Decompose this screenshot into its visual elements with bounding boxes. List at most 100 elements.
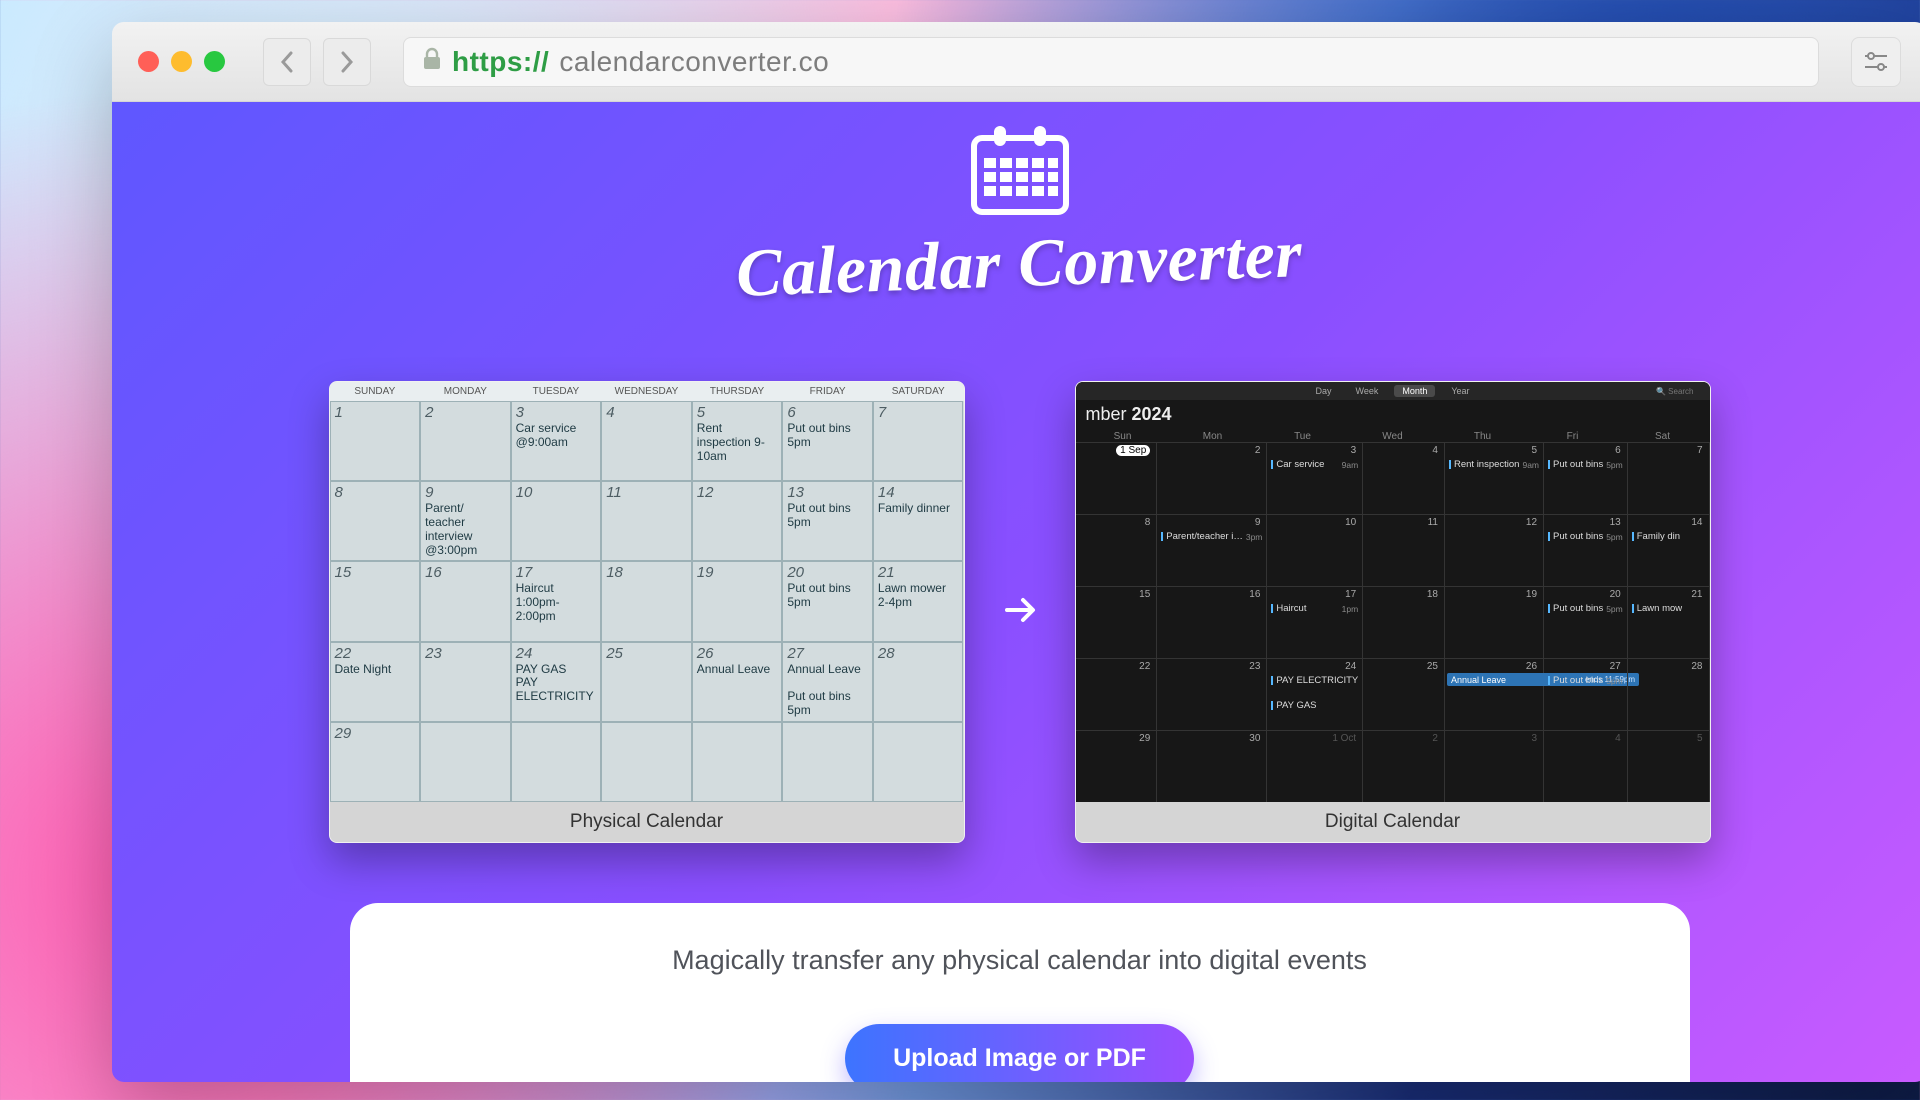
digital-day-cell: 3 bbox=[1445, 730, 1544, 802]
digital-day-number: 28 bbox=[1691, 661, 1702, 672]
digital-day-number: 16 bbox=[1249, 589, 1260, 600]
physical-day-cell: 13Put out bins 5pm bbox=[782, 481, 873, 561]
digital-day-number: 8 bbox=[1145, 517, 1151, 528]
address-bar[interactable]: https:// calendarconverter.co bbox=[403, 37, 1819, 87]
physical-day-cell: 7 bbox=[873, 401, 964, 481]
nav-back-button[interactable] bbox=[263, 38, 311, 86]
physical-day-number: 8 bbox=[335, 484, 343, 501]
physical-calendar-image: SUNDAYMONDAYTUESDAYWEDNESDAYTHURSDAYFRID… bbox=[330, 382, 964, 802]
digital-day-cell: 9Parent/teacher i…3pm bbox=[1157, 514, 1267, 586]
physical-day-number: 15 bbox=[335, 564, 352, 581]
physical-day-cell: 2 bbox=[420, 401, 511, 481]
digital-event: Put out bins5pm bbox=[1548, 459, 1623, 470]
browser-settings-button[interactable] bbox=[1851, 37, 1901, 87]
close-window-button[interactable] bbox=[138, 51, 159, 72]
digital-day-number: 13 bbox=[1610, 517, 1621, 528]
digital-day-number: 4 bbox=[1432, 445, 1438, 456]
digital-day-cell: 14 Family din bbox=[1628, 514, 1710, 586]
digital-day-number: 20 bbox=[1610, 589, 1621, 600]
digital-day-number: 5 bbox=[1697, 733, 1703, 744]
digital-weekday-header: Mon bbox=[1168, 431, 1258, 442]
physical-day-cell: 20Put out bins 5pm bbox=[782, 561, 873, 641]
physical-day-number: 22 bbox=[335, 645, 352, 662]
physical-day-cell: 12 bbox=[692, 481, 783, 561]
digital-day-cell: 19 bbox=[1445, 586, 1544, 658]
physical-day-number: 27 bbox=[787, 645, 804, 662]
digital-day-cell: 20Put out bins5pm bbox=[1544, 586, 1628, 658]
physical-weekday-header: FRIDAY bbox=[782, 386, 873, 397]
digital-day-number: 1 Sep bbox=[1116, 445, 1150, 456]
digital-day-number: 29 bbox=[1139, 733, 1150, 744]
digital-event: Family din bbox=[1632, 531, 1705, 542]
physical-day-cell: 15 bbox=[330, 561, 421, 641]
physical-day-cell: 25 bbox=[601, 642, 692, 722]
url-scheme: https:// bbox=[452, 46, 549, 78]
physical-event: Family dinner bbox=[878, 502, 959, 516]
digital-day-number: 14 bbox=[1691, 517, 1702, 528]
digital-day-cell: 8 bbox=[1076, 514, 1158, 586]
digital-event: Car service9am bbox=[1271, 459, 1358, 470]
physical-weekday-header: WEDNESDAY bbox=[601, 386, 692, 397]
digital-day-cell: 26Annual Leaveends 11:59pm bbox=[1445, 658, 1544, 730]
digital-weekday-header: Sat bbox=[1618, 431, 1708, 442]
digital-weekday-header: Tue bbox=[1258, 431, 1348, 442]
upload-button[interactable]: Upload Image or PDF bbox=[845, 1024, 1194, 1082]
physical-day-cell: 26Annual Leave bbox=[692, 642, 783, 722]
physical-event: Annual Leave Put out bins 5pm bbox=[787, 663, 868, 718]
hero: Calendar Converter bbox=[736, 124, 1302, 303]
digital-event: Haircut1pm bbox=[1271, 603, 1358, 614]
digital-day-cell: 25 bbox=[1363, 658, 1445, 730]
digital-day-number: 23 bbox=[1249, 661, 1260, 672]
digital-day-cell: 6Put out bins5pm bbox=[1544, 442, 1628, 514]
lock-icon bbox=[422, 46, 442, 78]
digital-event: Rent inspection9am bbox=[1449, 459, 1539, 470]
physical-weekday-header: MONDAY bbox=[420, 386, 511, 397]
physical-day-number: 11 bbox=[606, 484, 622, 501]
physical-day-number: 24 bbox=[516, 645, 533, 662]
physical-day-cell: 1 bbox=[330, 401, 421, 481]
digital-view-tab: Month bbox=[1394, 385, 1435, 397]
physical-event: Lawn mower 2-4pm bbox=[878, 582, 959, 610]
digital-event: PAY GAS bbox=[1271, 700, 1358, 711]
physical-day-cell bbox=[873, 722, 964, 802]
physical-day-number: 23 bbox=[425, 645, 442, 662]
digital-caption: Digital Calendar bbox=[1076, 802, 1710, 842]
digital-day-cell: 10 bbox=[1267, 514, 1363, 586]
digital-day-cell: 22 bbox=[1076, 658, 1158, 730]
physical-weekday-header: SATURDAY bbox=[873, 386, 964, 397]
physical-day-number: 1 bbox=[335, 404, 343, 421]
arrow-right-icon bbox=[1001, 591, 1039, 634]
digital-weekday-header: Thu bbox=[1438, 431, 1528, 442]
physical-day-cell: 14Family dinner bbox=[873, 481, 964, 561]
digital-day-cell: 16 bbox=[1157, 586, 1267, 658]
nav-forward-button[interactable] bbox=[323, 38, 371, 86]
digital-day-number: 5 bbox=[1531, 445, 1537, 456]
digital-day-number: 3 bbox=[1531, 733, 1537, 744]
physical-event: Haircut 1:00pm-2:00pm bbox=[516, 582, 597, 623]
physical-event: Put out bins 5pm bbox=[787, 502, 868, 530]
physical-day-cell: 6Put out bins 5pm bbox=[782, 401, 873, 481]
url-host: calendarconverter.co bbox=[559, 46, 829, 78]
minimize-window-button[interactable] bbox=[171, 51, 192, 72]
physical-event: Date Night bbox=[335, 663, 416, 677]
digital-day-number: 10 bbox=[1345, 517, 1356, 528]
compare-row: SUNDAYMONDAYTUESDAYWEDNESDAYTHURSDAYFRID… bbox=[329, 381, 1711, 843]
digital-day-cell: 13Put out bins5pm bbox=[1544, 514, 1628, 586]
physical-day-number: 17 bbox=[516, 564, 533, 581]
digital-day-number: 21 bbox=[1691, 589, 1702, 600]
physical-day-cell: 3Car service @9:00am bbox=[511, 401, 602, 481]
physical-event: Car service @9:00am bbox=[516, 422, 597, 450]
physical-day-number: 14 bbox=[878, 484, 895, 501]
physical-weekday-header: SUNDAY bbox=[330, 386, 421, 397]
digital-day-cell: 15 bbox=[1076, 586, 1158, 658]
physical-day-number: 21 bbox=[878, 564, 895, 581]
physical-day-cell: 16 bbox=[420, 561, 511, 641]
page-viewport[interactable]: Calendar Converter SUNDAYMONDAYTUESDAYWE… bbox=[112, 102, 1920, 1082]
physical-day-cell: 27Annual Leave Put out bins 5pm bbox=[782, 642, 873, 722]
maximize-window-button[interactable] bbox=[204, 51, 225, 72]
physical-day-number: 28 bbox=[878, 645, 895, 662]
digital-day-number: 25 bbox=[1427, 661, 1438, 672]
digital-day-cell: 1 Oct bbox=[1267, 730, 1363, 802]
physical-day-number: 26 bbox=[697, 645, 714, 662]
physical-day-cell: 28 bbox=[873, 642, 964, 722]
